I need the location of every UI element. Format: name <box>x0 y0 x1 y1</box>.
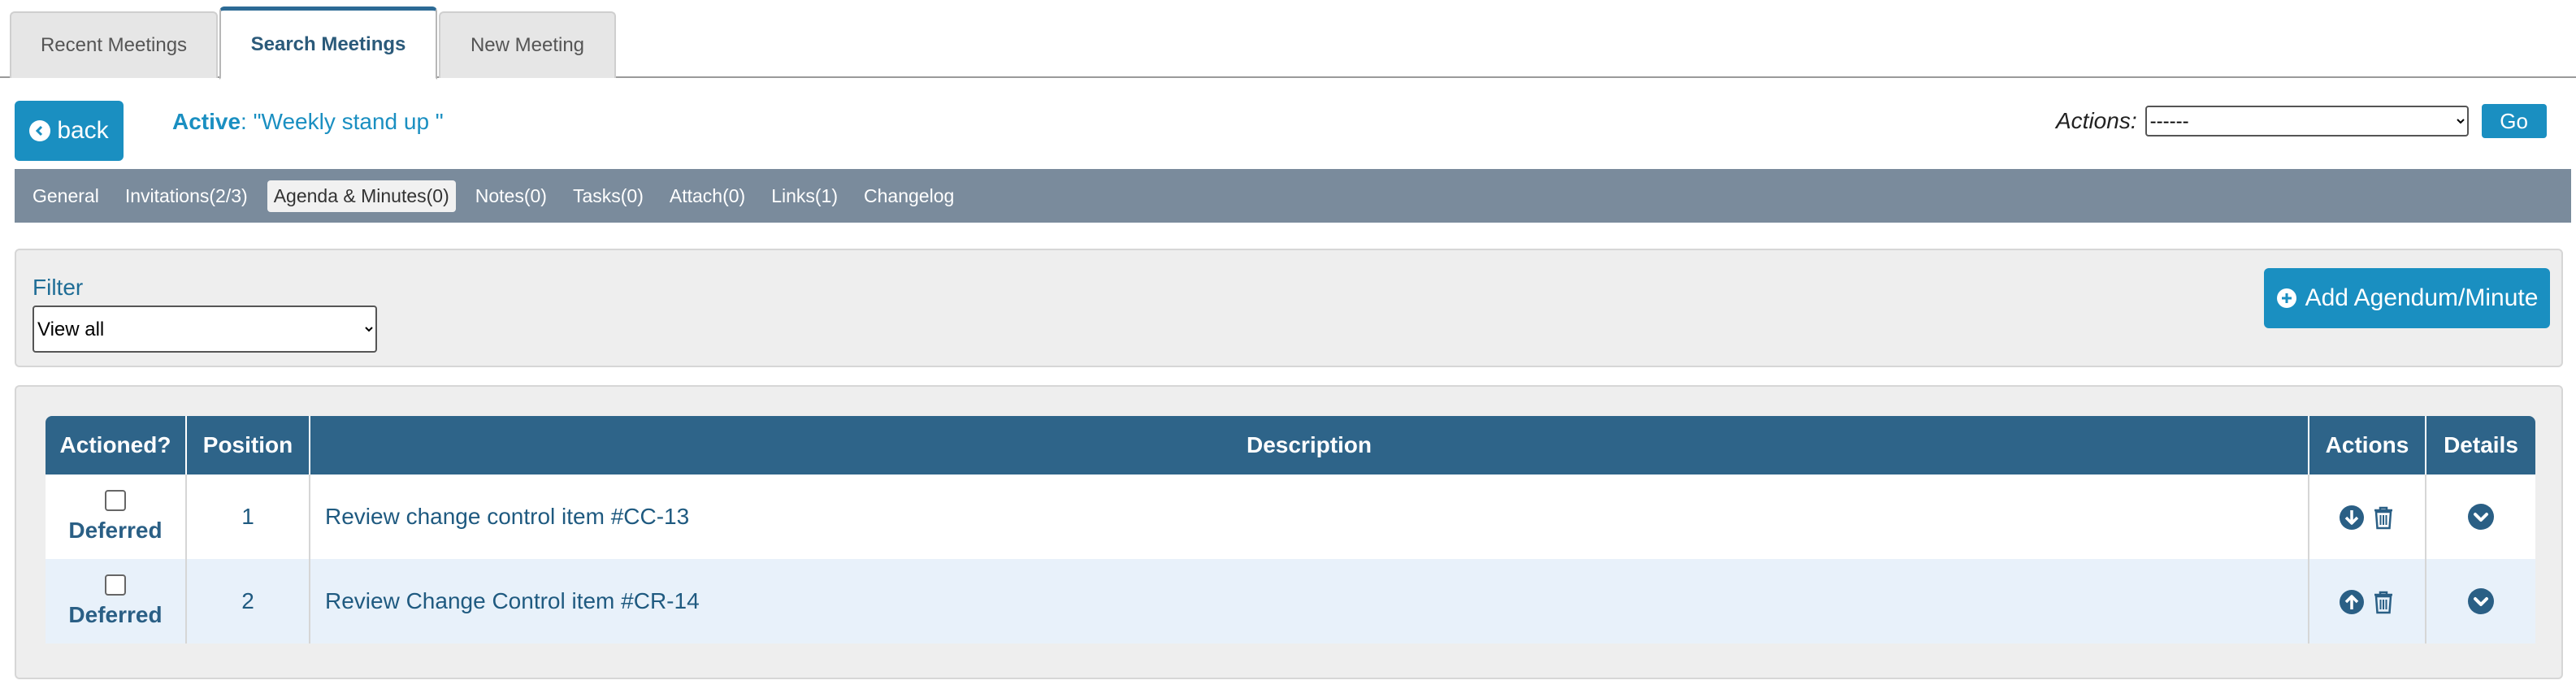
details-cell <box>2426 474 2535 559</box>
header-description: Description <box>310 416 2309 474</box>
actions-label: Actions: <box>2056 108 2137 133</box>
details-cell <box>2426 559 2535 644</box>
filter-label: Filter <box>33 275 84 300</box>
agenda-table-panel: Actioned? Position Description Actions D… <box>15 385 2563 679</box>
description-cell[interactable]: Review change control item #CC-13 <box>310 474 2309 559</box>
active-prefix: Active <box>172 109 241 134</box>
add-agendum-button[interactable]: Add Agendum/Minute <box>2264 268 2550 328</box>
actioned-cell: Deferred <box>46 474 187 559</box>
actioned-checkbox[interactable] <box>105 490 126 511</box>
description-cell[interactable]: Review Change Control item #CR-14 <box>310 559 2309 644</box>
subnav-changelog[interactable]: Changelog <box>857 180 961 212</box>
tab-search-meetings[interactable]: Search Meetings <box>219 6 437 80</box>
position-cell: 2 <box>187 559 310 644</box>
actions-select[interactable]: ------ <box>2144 106 2469 136</box>
chevron-down-icon[interactable] <box>2467 503 2495 531</box>
actions-area: Actions: ------ Go <box>2056 104 2547 138</box>
actions-cell <box>2309 559 2426 644</box>
back-label: back <box>57 117 109 144</box>
active-meeting-label: Active: "Weekly stand up " <box>172 109 444 135</box>
status-text: Deferred <box>68 602 163 627</box>
filter-panel: Filter View all Add Agendum/Minute <box>15 249 2563 367</box>
actioned-cell: Deferred <box>46 559 187 644</box>
header-actioned: Actioned? <box>46 416 187 474</box>
position-cell: 1 <box>187 474 310 559</box>
go-button[interactable]: Go <box>2481 104 2547 138</box>
header-actions: Actions <box>2309 416 2426 474</box>
arrow-up-icon[interactable] <box>2339 589 2365 615</box>
add-agendum-label: Add Agendum/Minute <box>2305 284 2539 311</box>
arrow-down-icon[interactable] <box>2339 505 2365 531</box>
header-details: Details <box>2426 416 2535 474</box>
plus-circle-icon <box>2276 288 2297 309</box>
table-header-row: Actioned? Position Description Actions D… <box>46 416 2535 474</box>
actions-cell <box>2309 474 2426 559</box>
trash-icon[interactable] <box>2371 589 2396 615</box>
subnav-attach[interactable]: Attach(0) <box>663 180 752 212</box>
subnav-agenda-minutes[interactable]: Agenda & Minutes(0) <box>267 180 456 212</box>
chevron-down-icon[interactable] <box>2467 587 2495 615</box>
trash-icon[interactable] <box>2371 505 2396 531</box>
header-position: Position <box>187 416 310 474</box>
subnav-tasks[interactable]: Tasks(0) <box>566 180 650 212</box>
table-row: Deferred 2 Review Change Control item #C… <box>46 559 2535 644</box>
meeting-subnav: General Invitations(2/3) Agenda & Minute… <box>15 169 2571 223</box>
filter-select[interactable]: View all <box>33 306 377 353</box>
status-text: Deferred <box>68 518 163 543</box>
top-tab-bar: Recent Meetings Search Meetings New Meet… <box>0 0 2576 80</box>
subnav-invitations[interactable]: Invitations(2/3) <box>119 180 254 212</box>
subnav-notes[interactable]: Notes(0) <box>469 180 553 212</box>
table-row: Deferred 1 Review change control item #C… <box>46 474 2535 559</box>
agenda-table: Actioned? Position Description Actions D… <box>46 416 2535 644</box>
actioned-checkbox[interactable] <box>105 574 126 596</box>
tab-recent-meetings[interactable]: Recent Meetings <box>10 11 218 78</box>
active-meeting-name: : "Weekly stand up " <box>241 109 444 134</box>
back-button[interactable]: back <box>15 101 124 161</box>
tab-new-meeting[interactable]: New Meeting <box>439 11 616 78</box>
subnav-links[interactable]: Links(1) <box>765 180 844 212</box>
subnav-general[interactable]: General <box>26 180 106 212</box>
chevron-left-icon <box>29 120 51 141</box>
